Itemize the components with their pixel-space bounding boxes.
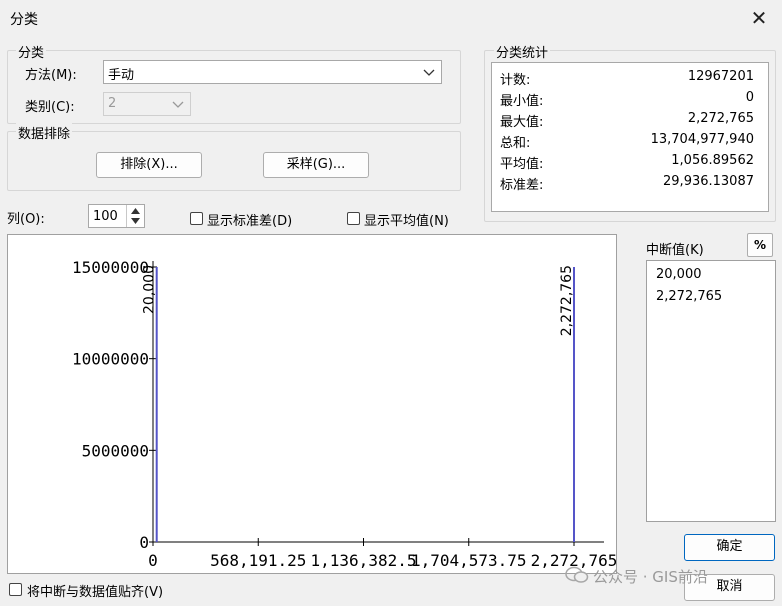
data-exclusion-group-label: 数据排除	[16, 123, 73, 142]
window-title: 分类	[10, 12, 38, 28]
data-exclusion-group	[7, 131, 461, 191]
break-label: 20,000	[142, 265, 158, 314]
method-label: 方法(M):	[25, 68, 77, 83]
x-tick-label: 1,704,573.75	[411, 551, 527, 570]
y-tick-label: 10000000	[72, 350, 149, 369]
stat-value: 12967201	[687, 69, 754, 84]
chevron-down-icon	[172, 101, 184, 108]
show-mean-label: 显示平均值(N)	[364, 214, 449, 229]
break-values-list[interactable]: 20,000 2,272,765	[646, 260, 776, 522]
stat-label: 平均值:	[500, 157, 544, 172]
columns-spinner[interactable]: 100	[88, 204, 145, 228]
columns-label: 列(O):	[7, 212, 45, 227]
show-std-label: 显示标准差(D)	[207, 214, 293, 229]
histogram-panel[interactable]: 15000000 10000000 5000000 0 0 568,191.25 1,136…	[7, 234, 617, 574]
x-tick-label: 568,191.25	[210, 551, 306, 570]
stat-row-sum: 总和: 13,704,977,940	[492, 132, 768, 152]
show-mean-checkbox[interactable]	[347, 212, 360, 225]
stat-row-min: 最小值: 0	[492, 90, 768, 110]
x-tick-label: 0	[148, 551, 158, 570]
classes-select[interactable]: 2	[103, 92, 191, 116]
snap-breaks-checkbox[interactable]	[9, 583, 22, 596]
spin-up-icon[interactable]	[131, 208, 140, 214]
close-button[interactable]: ✕	[744, 4, 774, 32]
stat-row-stddev: 标准差: 29,936.13087	[492, 174, 768, 194]
histogram-chart[interactable]: 15000000 10000000 5000000 00 568,191.25 1,136…	[8, 235, 616, 573]
stat-row-mean: 平均值: 1,056.89562	[492, 153, 768, 173]
spin-down-icon[interactable]	[131, 218, 140, 224]
y-tick-label: 15000000	[72, 258, 149, 277]
stat-value: 29,936.13087	[663, 174, 754, 189]
chevron-down-icon	[423, 69, 435, 76]
ok-button[interactable]: 确定	[684, 534, 775, 561]
stat-row-count: 计数: 12967201	[492, 69, 768, 89]
stat-label: 计数:	[500, 73, 531, 88]
watermark-text: 公众号 · GIS前沿	[593, 568, 708, 586]
classes-value: 2	[108, 96, 117, 111]
stat-label: 最小值:	[500, 94, 544, 109]
spinner-buttons[interactable]	[126, 205, 144, 227]
statistics-group-label: 分类统计	[494, 42, 551, 61]
close-icon: ✕	[750, 6, 768, 30]
title-bar	[0, 0, 782, 36]
break-value-item[interactable]: 2,272,765	[656, 289, 722, 304]
stat-value: 13,704,977,940	[650, 132, 754, 147]
columns-value: 100	[93, 209, 118, 224]
method-select[interactable]: 手动	[103, 60, 442, 84]
exclude-button[interactable]: 排除(X)...	[96, 152, 202, 178]
classes-label: 类别(C):	[25, 100, 75, 115]
y-tick-label: 5000000	[82, 441, 149, 460]
stat-row-max: 最大值: 2,272,765	[492, 111, 768, 131]
stat-value: 2,272,765	[687, 111, 754, 126]
break-label: 2,272,765	[559, 265, 575, 336]
break-values-label: 中断值(K)	[646, 243, 704, 258]
stat-label: 标准差:	[500, 178, 544, 193]
snap-breaks-label: 将中断与数据值贴齐(V)	[27, 585, 164, 600]
stat-value: 1,056.89562	[671, 153, 754, 168]
show-std-checkbox[interactable]	[190, 212, 203, 225]
x-tick-label: 1,136,382.5	[311, 551, 417, 570]
stat-value: 0	[745, 90, 754, 105]
statistics-panel: 计数: 12967201 最小值: 0 最大值: 2,272,765 总和: 1…	[491, 62, 769, 212]
stat-label: 总和:	[500, 136, 531, 151]
percent-button[interactable]: %	[747, 233, 773, 257]
method-value: 手动	[108, 68, 135, 83]
wechat-icon	[565, 565, 589, 585]
y-tick-label: 0	[139, 533, 149, 552]
sample-button[interactable]: 采样(G)...	[263, 152, 369, 178]
classification-group-label: 分类	[16, 42, 47, 61]
break-value-item[interactable]: 20,000	[656, 267, 702, 282]
stat-label: 最大值:	[500, 115, 544, 130]
